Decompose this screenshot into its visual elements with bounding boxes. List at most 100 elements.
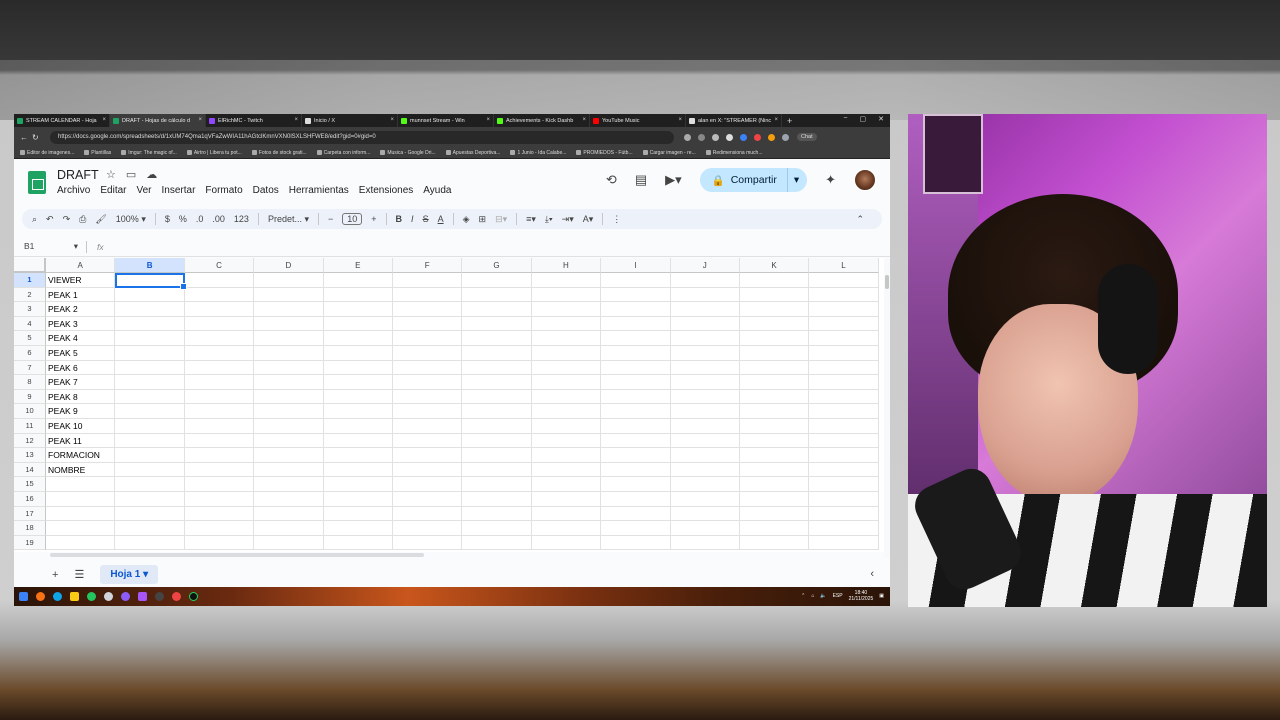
cell-c16[interactable] bbox=[184, 491, 255, 507]
cell-j13[interactable] bbox=[670, 448, 740, 463]
cell-c6[interactable] bbox=[184, 345, 255, 361]
comments-icon[interactable]: ▤ bbox=[635, 172, 647, 188]
column-header-f[interactable]: F bbox=[392, 258, 463, 273]
cell-a19[interactable] bbox=[46, 535, 116, 551]
select-all-corner[interactable] bbox=[14, 258, 46, 273]
edge-icon[interactable] bbox=[53, 592, 62, 601]
cell-b16[interactable] bbox=[115, 491, 185, 507]
cell-a14[interactable]: NOMBRE bbox=[46, 462, 116, 478]
cell-e12[interactable] bbox=[323, 433, 393, 449]
close-tab-icon[interactable]: × bbox=[486, 117, 490, 123]
text-color-icon[interactable]: A bbox=[438, 214, 444, 224]
cell-g2[interactable] bbox=[462, 287, 532, 303]
close-tab-icon[interactable]: × bbox=[582, 117, 586, 123]
cell-a16[interactable] bbox=[46, 491, 116, 507]
cell-f13[interactable] bbox=[392, 448, 463, 463]
fill-color-icon[interactable]: ◈ bbox=[463, 214, 470, 225]
cell-a13[interactable]: FORMACION bbox=[46, 448, 116, 463]
row-header[interactable]: 7 bbox=[14, 360, 46, 376]
bookmark-item[interactable]: 1 Junio - Ida Calabe... bbox=[510, 150, 566, 156]
browser-tab[interactable]: YouTube Music × bbox=[590, 114, 686, 127]
vertical-scrollbar[interactable] bbox=[884, 258, 890, 558]
cell-d18[interactable] bbox=[254, 521, 324, 536]
cell-c7[interactable] bbox=[184, 360, 255, 376]
cell-g5[interactable] bbox=[462, 331, 532, 346]
move-folder-icon[interactable]: ▭ bbox=[126, 168, 136, 181]
row-header[interactable]: 1 bbox=[14, 273, 46, 288]
cell-j4[interactable] bbox=[670, 316, 740, 332]
cell-f3[interactable] bbox=[392, 302, 463, 317]
cell-i7[interactable] bbox=[601, 360, 671, 376]
cell-f12[interactable] bbox=[392, 433, 463, 449]
cell-e2[interactable] bbox=[323, 287, 393, 303]
cell-i1[interactable] bbox=[601, 273, 671, 288]
cell-f4[interactable] bbox=[392, 316, 463, 332]
row-header[interactable]: 19 bbox=[14, 535, 46, 551]
cell-j15[interactable] bbox=[670, 477, 740, 492]
cell-f9[interactable] bbox=[392, 389, 463, 405]
cell-g6[interactable] bbox=[462, 345, 532, 361]
clock[interactable]: 18:40 21/11/2025 bbox=[849, 590, 874, 602]
cell-k5[interactable] bbox=[739, 331, 810, 346]
merge-cells-icon[interactable]: ⊟▾ bbox=[495, 214, 507, 225]
scroll-thumb[interactable] bbox=[50, 553, 424, 557]
cell-a5[interactable]: PEAK 4 bbox=[46, 331, 116, 346]
cell-d6[interactable] bbox=[254, 345, 324, 361]
column-header-i[interactable]: I bbox=[601, 258, 671, 273]
menu-formato[interactable]: Formato bbox=[205, 185, 242, 196]
bookmark-item[interactable]: PROMIEDOS - Fútb... bbox=[576, 150, 633, 156]
cell-g13[interactable] bbox=[462, 448, 532, 463]
column-header-k[interactable]: K bbox=[739, 258, 810, 273]
menu-ayuda[interactable]: Ayuda bbox=[423, 185, 451, 196]
currency-format-button[interactable]: $ bbox=[165, 214, 170, 224]
horizontal-scrollbar[interactable] bbox=[46, 552, 886, 559]
cell-c17[interactable] bbox=[184, 506, 255, 522]
cell-l3[interactable] bbox=[809, 302, 879, 317]
cell-h2[interactable] bbox=[531, 287, 602, 303]
cell-k1[interactable] bbox=[739, 273, 810, 288]
cell-h16[interactable] bbox=[531, 491, 602, 507]
cell-j18[interactable] bbox=[670, 521, 740, 536]
avatar[interactable] bbox=[854, 169, 876, 191]
cell-e3[interactable] bbox=[323, 302, 393, 317]
cell-j19[interactable] bbox=[670, 535, 740, 551]
bold-icon[interactable]: B bbox=[396, 214, 403, 224]
cell-d19[interactable] bbox=[254, 535, 324, 551]
cell-f6[interactable] bbox=[392, 345, 463, 361]
row-header[interactable]: 11 bbox=[14, 418, 46, 434]
cell-l10[interactable] bbox=[809, 404, 879, 419]
cell-i13[interactable] bbox=[601, 448, 671, 463]
cell-k11[interactable] bbox=[739, 418, 810, 434]
strikethrough-icon[interactable]: S bbox=[423, 214, 429, 224]
menu-datos[interactable]: Datos bbox=[253, 185, 279, 196]
increase-font-size-icon[interactable]: + bbox=[371, 214, 376, 224]
cell-h8[interactable] bbox=[531, 375, 602, 390]
cell-e13[interactable] bbox=[323, 448, 393, 463]
cell-c2[interactable] bbox=[184, 287, 255, 303]
row-header[interactable]: 17 bbox=[14, 506, 46, 522]
cell-i3[interactable] bbox=[601, 302, 671, 317]
twitch-icon[interactable] bbox=[138, 592, 147, 601]
bookmark-item[interactable]: Cargar imagen - re... bbox=[642, 150, 696, 156]
new-tab-icon[interactable]: + bbox=[787, 116, 792, 126]
cell-k16[interactable] bbox=[739, 491, 810, 507]
discord-icon[interactable] bbox=[121, 592, 130, 601]
cell-k10[interactable] bbox=[739, 404, 810, 419]
cell-c10[interactable] bbox=[184, 404, 255, 419]
cell-l12[interactable] bbox=[809, 433, 879, 449]
column-header-g[interactable]: G bbox=[462, 258, 532, 273]
cell-a4[interactable]: PEAK 3 bbox=[46, 316, 116, 332]
cell-k2[interactable] bbox=[739, 287, 810, 303]
spotify-icon[interactable] bbox=[189, 592, 198, 601]
cell-c18[interactable] bbox=[184, 521, 255, 536]
row-header[interactable]: 4 bbox=[14, 316, 46, 332]
menu-extensiones[interactable]: Extensiones bbox=[359, 185, 413, 196]
row-header[interactable]: 8 bbox=[14, 375, 46, 390]
minimize-icon[interactable]: − bbox=[843, 115, 847, 123]
cell-a18[interactable] bbox=[46, 521, 116, 536]
cell-h17[interactable] bbox=[531, 506, 602, 522]
redo-icon[interactable]: ↷ bbox=[63, 214, 71, 225]
cell-i18[interactable] bbox=[601, 521, 671, 536]
cell-a2[interactable]: PEAK 1 bbox=[46, 287, 116, 303]
bookmark-item[interactable]: Imgur: The magic of... bbox=[121, 150, 177, 156]
